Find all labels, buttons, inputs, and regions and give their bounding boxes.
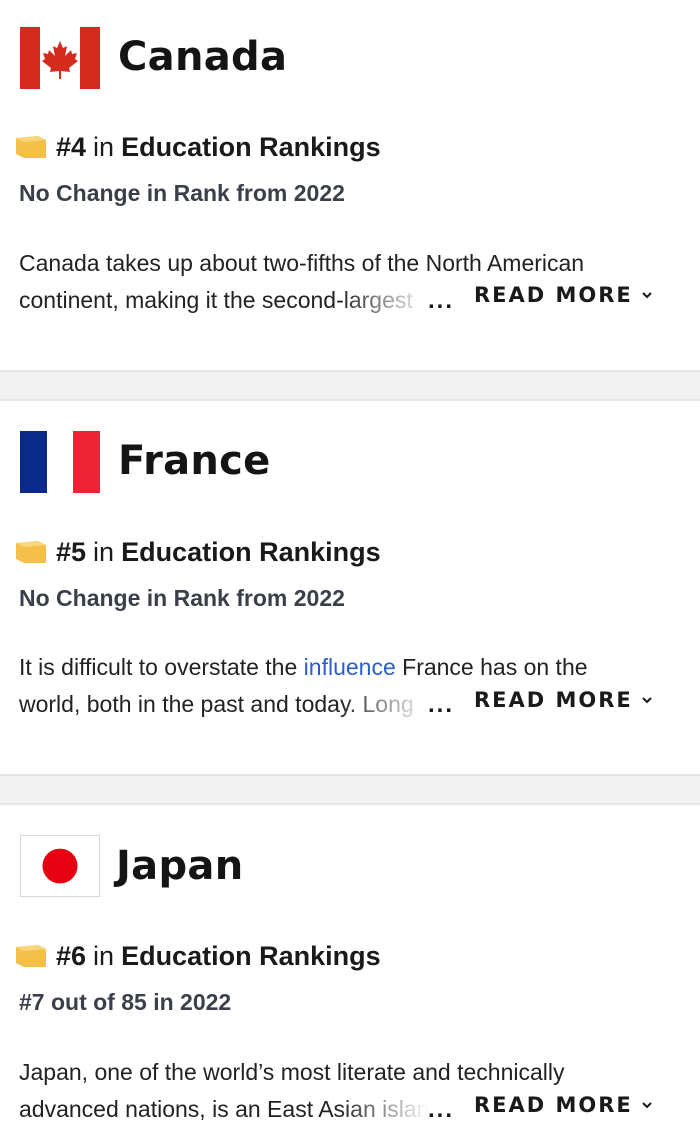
rank-list-link[interactable]: Education Rankings xyxy=(121,537,381,568)
chevron-down-icon xyxy=(641,694,653,706)
rank-line: #5 in Education Rankings xyxy=(14,535,381,569)
description-text: It is difficult to overstate the xyxy=(19,654,304,680)
ribbon-badge-icon xyxy=(14,539,48,565)
rank-list-link[interactable]: Education Rankings xyxy=(121,132,381,163)
rank-change-text: No Change in Rank from 2022 xyxy=(19,180,345,206)
country-card-japan: Japan #6 in Education Rankings #7 out of… xyxy=(0,805,700,1138)
read-more-button[interactable]: READ MORE xyxy=(474,1086,653,1123)
ribbon-badge-icon xyxy=(14,943,48,969)
read-more-label: READ MORE xyxy=(474,282,633,307)
rank-in-text: in xyxy=(93,536,115,567)
prior-rank-text: #7 out of 85 in 2022 xyxy=(19,989,232,1015)
truncation-ellipsis: ... xyxy=(428,691,455,718)
chevron-down-icon xyxy=(641,1099,653,1111)
influence-link[interactable]: influence xyxy=(304,654,396,680)
country-card-canada: Canada #4 in Education Rankings No Chang… xyxy=(0,0,700,370)
read-more-label: READ MORE xyxy=(474,1092,633,1117)
rank-line: #6 in Education Rankings xyxy=(14,939,381,973)
rank-number: #4 xyxy=(56,131,87,162)
read-more-button[interactable]: READ MORE xyxy=(474,681,653,718)
card-separator xyxy=(0,774,700,805)
france-flag-icon xyxy=(20,431,100,493)
japan-flag-icon xyxy=(20,835,100,897)
country-name[interactable]: Canada xyxy=(118,37,287,77)
description-line-truncated: advanced nations, is an East Asian islan… xyxy=(19,1091,429,1128)
description-text: France has on the xyxy=(395,654,588,680)
ribbon-badge-icon xyxy=(14,134,48,160)
read-more-button[interactable]: READ MORE xyxy=(474,276,653,313)
rank-in-text: in xyxy=(93,940,115,971)
chevron-down-icon xyxy=(641,289,653,301)
country-name[interactable]: France xyxy=(118,441,271,481)
truncation-ellipsis: ... xyxy=(428,1096,455,1123)
truncation-ellipsis: ... xyxy=(428,287,455,314)
rank-number: #5 xyxy=(56,536,87,567)
rank-in-text: in xyxy=(93,131,115,162)
rank-change-text: No Change in Rank from 2022 xyxy=(19,585,345,611)
country-card-france: France #5 in Education Rankings No Chang… xyxy=(0,401,700,774)
country-name[interactable]: Japan xyxy=(116,846,243,886)
description-line-truncated: continent, making it the second-largest xyxy=(19,282,429,319)
rank-line: #4 in Education Rankings xyxy=(14,130,381,164)
card-separator xyxy=(0,370,700,401)
rank-number: #6 xyxy=(56,940,87,971)
description-line-truncated: world, both in the past and today. Long xyxy=(19,686,429,723)
read-more-label: READ MORE xyxy=(474,687,633,712)
rank-list-link[interactable]: Education Rankings xyxy=(121,941,381,972)
canada-flag-icon xyxy=(20,27,100,89)
